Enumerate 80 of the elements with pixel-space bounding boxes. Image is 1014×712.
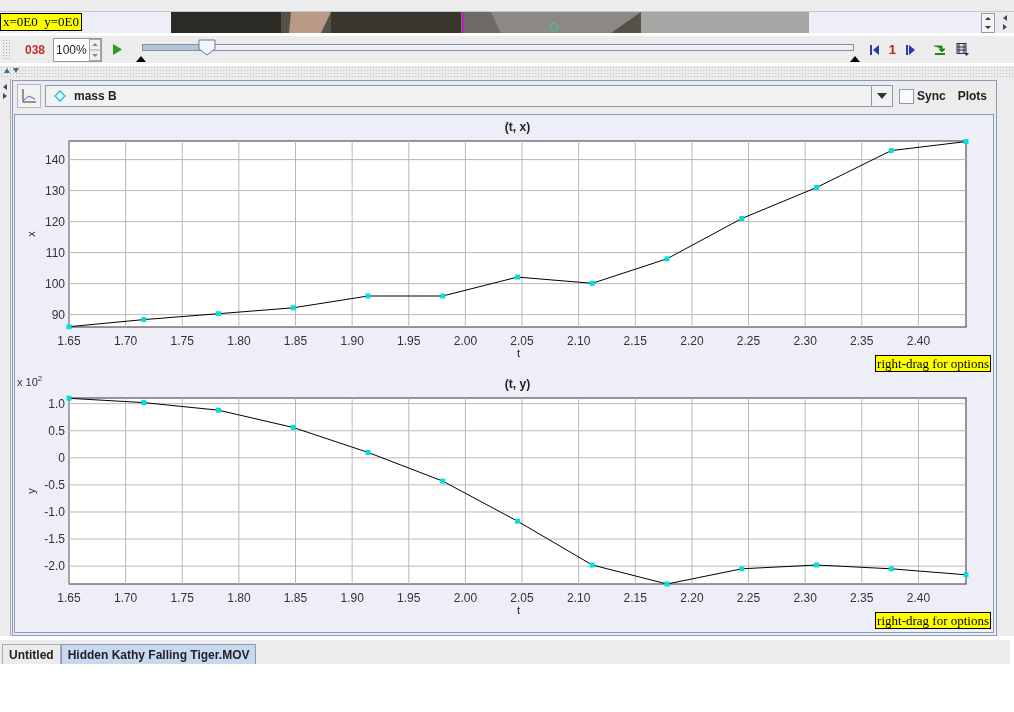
side-arrows-icon[interactable] bbox=[1002, 14, 1008, 32]
chart-title: (t, x) bbox=[504, 120, 531, 134]
tick-label: 1.85 bbox=[283, 334, 308, 348]
axis-label: t bbox=[516, 347, 521, 359]
tick-label: 1.70 bbox=[113, 334, 138, 348]
axis-label: y bbox=[25, 488, 37, 494]
diamond-icon bbox=[54, 90, 66, 102]
tick-label: 0.5 bbox=[48, 423, 65, 438]
tick-label: 130 bbox=[44, 183, 65, 198]
tick-label: 2.00 bbox=[453, 591, 478, 605]
step-back-icon[interactable] bbox=[869, 44, 879, 55]
tick-label: 120 bbox=[44, 214, 65, 229]
tick-label: 140 bbox=[44, 152, 65, 167]
tick-label: 1.75 bbox=[170, 591, 194, 605]
frame-number: 038 bbox=[25, 42, 47, 57]
slider-thumb[interactable] bbox=[197, 38, 216, 56]
tick-label: 2.10 bbox=[567, 591, 591, 605]
tick-label: 1.95 bbox=[397, 591, 421, 605]
tick-label: 2.05 bbox=[510, 334, 534, 348]
document-tab[interactable]: Untitled bbox=[2, 644, 61, 664]
tick-label: -1.5 bbox=[44, 532, 65, 547]
chart-title: (t, y) bbox=[504, 377, 531, 391]
tick-label: 1.95 bbox=[397, 334, 421, 348]
tick-label: 1.90 bbox=[340, 334, 364, 348]
tick-label: 2.25 bbox=[736, 334, 761, 348]
tick-label: 110 bbox=[45, 245, 65, 260]
tick-label: 2.25 bbox=[736, 591, 761, 605]
tick-label: 2.05 bbox=[510, 591, 534, 605]
tick-label: 2.00 bbox=[453, 334, 478, 348]
tick-label: 2.20 bbox=[680, 591, 704, 605]
down-arrow-icon[interactable] bbox=[932, 44, 946, 55]
axis-label: x bbox=[25, 231, 37, 237]
tick-label: 2.15 bbox=[623, 334, 647, 348]
tick-label: 1.75 bbox=[170, 334, 194, 348]
tick-label: 2.40 bbox=[906, 334, 931, 348]
plots-button[interactable]: Plots bbox=[953, 87, 992, 105]
tick-label: -2.0 bbox=[44, 559, 65, 574]
document-tab[interactable]: Hidden Kathy Falling Tiger.MOV bbox=[60, 644, 257, 664]
tick-label: -0.5 bbox=[44, 477, 65, 492]
tick-label: 2.15 bbox=[623, 591, 647, 605]
hint-label: right-drag for options bbox=[875, 612, 991, 629]
tick-label: 1.70 bbox=[113, 591, 138, 605]
tick-label: 1.85 bbox=[283, 591, 308, 605]
tick-label: 2.35 bbox=[850, 334, 874, 348]
sync-checkbox[interactable]: Sync bbox=[899, 88, 946, 104]
hint-label: right-drag for options bbox=[875, 355, 991, 372]
side-arrows-icon[interactable] bbox=[2, 83, 8, 101]
axis-multiplier: x 10$^{2}$ bbox=[17, 374, 43, 388]
play-icon[interactable] bbox=[111, 44, 122, 55]
tick-label: 1.65 bbox=[57, 334, 81, 348]
chart-axes-icon bbox=[21, 88, 37, 104]
end-marker-icon[interactable] bbox=[849, 55, 860, 62]
tick-label: 100 bbox=[44, 276, 65, 291]
film-strip-icon[interactable] bbox=[955, 43, 969, 56]
start-marker-icon[interactable] bbox=[135, 55, 146, 62]
tick-label: 0 bbox=[58, 450, 65, 465]
track-dropdown[interactable]: mass B bbox=[45, 85, 893, 107]
tick-label: 1.90 bbox=[340, 591, 364, 605]
step-size[interactable]: 1 bbox=[888, 42, 896, 57]
chart-axes-button[interactable] bbox=[17, 84, 41, 108]
coordinate-readout: x=0E0 y=0E0 bbox=[0, 13, 83, 31]
tick-label: 1.80 bbox=[227, 591, 251, 605]
axis-label: t bbox=[516, 604, 521, 616]
spinner-icon[interactable] bbox=[981, 12, 995, 33]
tick-label: 2.10 bbox=[567, 334, 591, 348]
tick-label: 2.35 bbox=[850, 591, 874, 605]
rate-spinner[interactable]: 100% bbox=[53, 37, 102, 62]
tick-label: 2.30 bbox=[793, 591, 817, 605]
collapse-arrows-icon[interactable] bbox=[3, 67, 21, 73]
frame-slider[interactable] bbox=[135, 37, 860, 62]
tick-label: 2.20 bbox=[680, 334, 704, 348]
tick-label: 2.40 bbox=[906, 591, 931, 605]
tick-label: 1.0 bbox=[48, 396, 65, 411]
caret-icon bbox=[877, 93, 887, 99]
tick-label: 1.65 bbox=[57, 591, 81, 605]
tick-label: -1.0 bbox=[44, 505, 65, 519]
tick-label: 90 bbox=[51, 307, 65, 322]
tick-label: 2.30 bbox=[793, 334, 817, 348]
step-forward-icon[interactable] bbox=[905, 44, 915, 55]
tick-label: 1.80 bbox=[227, 334, 251, 348]
